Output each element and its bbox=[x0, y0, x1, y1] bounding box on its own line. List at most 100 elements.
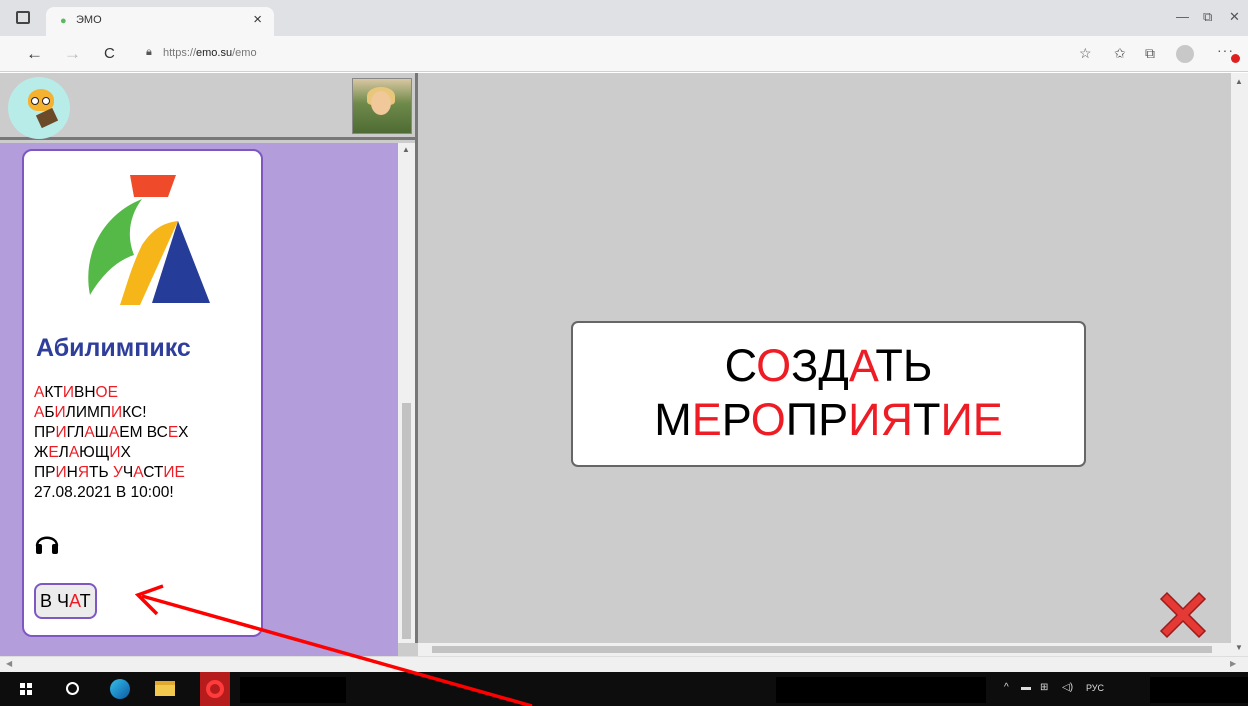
taskbar-clock-area[interactable] bbox=[1150, 677, 1248, 703]
text-segment: ВН bbox=[73, 384, 96, 401]
page-vertical-scrollbar[interactable]: ▲ ▼ bbox=[1231, 73, 1248, 656]
left-scroll-thumb[interactable] bbox=[402, 403, 411, 639]
event-line: ПРИНЯТЬ УЧАСТИЕ bbox=[34, 463, 256, 483]
collections-icon[interactable]: ⧉ bbox=[1145, 45, 1155, 62]
text-segment: А bbox=[69, 591, 80, 611]
text-segment: ТЬ bbox=[89, 464, 113, 481]
text-segment: Щ bbox=[94, 444, 110, 461]
page-scroll-down-icon[interactable]: ▼ bbox=[1235, 643, 1243, 652]
favorites-icon[interactable]: ✩ bbox=[1114, 45, 1126, 62]
text-segment: Ю bbox=[79, 444, 95, 461]
text-segment: Л bbox=[58, 444, 69, 461]
reload-icon[interactable]: C bbox=[104, 45, 115, 62]
text-segment: А bbox=[848, 340, 876, 391]
close-tab-icon[interactable]: × bbox=[253, 11, 262, 28]
text-segment: О bbox=[756, 340, 792, 391]
language-indicator[interactable]: РУС bbox=[1086, 683, 1104, 693]
text-segment: С bbox=[724, 340, 757, 391]
text-segment: В Ч bbox=[40, 591, 70, 611]
text-segment: Т bbox=[79, 591, 91, 611]
text-segment: Ж bbox=[34, 444, 49, 461]
site-logo[interactable] bbox=[8, 77, 70, 139]
left-header bbox=[0, 73, 415, 140]
text-segment: И bbox=[54, 404, 66, 421]
volume-icon[interactable]: ◁) bbox=[1062, 682, 1073, 693]
text-segment: Я bbox=[77, 464, 90, 481]
taskbar-app-slot[interactable] bbox=[240, 677, 346, 703]
tray-expand-icon[interactable]: ^ bbox=[1004, 682, 1009, 693]
event-feed: Абилимпикс АКТИВНОЕ АБИЛИМПИКС! ПРИГЛАША… bbox=[0, 143, 398, 656]
text-segment: А bbox=[133, 464, 144, 481]
scroll-up-icon[interactable]: ▲ bbox=[402, 145, 410, 154]
add-favorite-icon[interactable]: ☆ bbox=[1079, 45, 1092, 62]
profile-icon[interactable] bbox=[1176, 45, 1194, 63]
text-segment: Н bbox=[66, 464, 78, 481]
search-icon[interactable] bbox=[66, 682, 79, 695]
text-segment: КС! bbox=[122, 404, 147, 421]
url-path: /emo bbox=[232, 47, 257, 59]
browser-titlebar: ● ЭМО × — ⧉ ✕ bbox=[0, 0, 1248, 36]
text-segment: Е bbox=[48, 444, 59, 461]
taskbar: ^ ▬ ⊞ ◁) РУС bbox=[0, 672, 1248, 706]
text-segment: ЛИМП bbox=[65, 404, 112, 421]
hscroll-right-icon[interactable]: ▶ bbox=[1230, 659, 1236, 668]
text-segment: Б bbox=[44, 404, 55, 421]
back-icon[interactable]: ← bbox=[26, 44, 43, 64]
event-line: ПРИГЛАШАЕМ ВСЕХ bbox=[34, 423, 256, 443]
browser-tab[interactable]: ● ЭМО × bbox=[46, 7, 274, 36]
close-icon[interactable] bbox=[1153, 585, 1213, 645]
text-segment: Е bbox=[691, 394, 722, 445]
user-avatar[interactable] bbox=[352, 78, 412, 134]
text-segment: И bbox=[163, 464, 175, 481]
organization-name: Абилимпикс bbox=[36, 334, 191, 362]
edge-browser-icon[interactable] bbox=[110, 679, 130, 699]
network-icon[interactable]: ⊞ bbox=[1040, 682, 1048, 693]
minimize-icon[interactable]: — bbox=[1176, 9, 1189, 24]
text-segment: М bbox=[654, 394, 692, 445]
page-scroll-up-icon[interactable]: ▲ bbox=[1235, 77, 1243, 86]
text-segment: И bbox=[62, 384, 74, 401]
text-segment: И bbox=[109, 444, 121, 461]
tab-actions-icon[interactable] bbox=[16, 11, 30, 24]
headphones-icon[interactable] bbox=[34, 529, 60, 555]
text-segment: Х bbox=[178, 424, 189, 441]
bird-favicon-icon: ● bbox=[60, 15, 67, 27]
forward-icon[interactable]: → bbox=[64, 44, 81, 64]
taskbar-app-slot[interactable] bbox=[776, 677, 986, 703]
to-chat-button[interactable]: В ЧАТ bbox=[34, 583, 97, 619]
text-segment: Е bbox=[174, 464, 185, 481]
left-scrollbar[interactable]: ▲ bbox=[398, 143, 415, 643]
file-explorer-icon[interactable] bbox=[155, 681, 175, 696]
event-card: Абилимпикс АКТИВНОЕ АБИЛИМПИКС! ПРИГЛАША… bbox=[22, 149, 263, 637]
text-segment: И bbox=[111, 404, 123, 421]
text-segment: Р bbox=[721, 394, 751, 445]
page-horizontal-scrollbar[interactable]: ◀ ▶ bbox=[0, 656, 1248, 672]
create-button-line1: СОЗДАТЬ bbox=[573, 339, 1084, 393]
lock-icon[interactable]: 🔒︎ bbox=[146, 46, 152, 59]
url-domain: emo.su bbox=[196, 47, 233, 59]
windows-start-icon[interactable] bbox=[20, 683, 32, 695]
opera-browser-icon[interactable] bbox=[200, 672, 230, 706]
restore-icon[interactable]: ⧉ bbox=[1203, 9, 1212, 25]
address-bar[interactable]: https://emo.su/emo bbox=[163, 47, 257, 59]
text-segment: Т bbox=[912, 394, 941, 445]
notification-badge bbox=[1231, 54, 1240, 63]
text-segment: Я bbox=[880, 394, 913, 445]
hscroll-left-icon[interactable]: ◀ bbox=[6, 659, 12, 668]
create-event-button[interactable]: СОЗДАТЬ МЕРОПРИЯТИЕ bbox=[571, 321, 1086, 467]
text-segment: И bbox=[55, 424, 67, 441]
tab-title: ЭМО bbox=[76, 14, 102, 26]
text-segment: А bbox=[34, 404, 45, 421]
main-hscroll-thumb[interactable] bbox=[432, 646, 1212, 653]
text-segment: ПР bbox=[34, 464, 56, 481]
battery-icon[interactable]: ▬ bbox=[1021, 682, 1031, 693]
text-segment: Х bbox=[120, 444, 131, 461]
event-line: ЖЕЛАЮЩИХ bbox=[34, 443, 256, 463]
main-horizontal-scrollbar[interactable] bbox=[418, 643, 1248, 656]
event-text: АКТИВНОЕ АБИЛИМПИКС! ПРИГЛАШАЕМ ВСЕХ ЖЕЛ… bbox=[34, 383, 256, 503]
window-close-icon[interactable]: ✕ bbox=[1229, 9, 1240, 25]
event-line: АБИЛИМПИКС! bbox=[34, 403, 256, 423]
text-segment: О bbox=[750, 394, 786, 445]
text-segment: Е bbox=[972, 394, 1003, 445]
page-content: Абилимпикс АКТИВНОЕ АБИЛИМПИКС! ПРИГЛАША… bbox=[0, 73, 1248, 656]
